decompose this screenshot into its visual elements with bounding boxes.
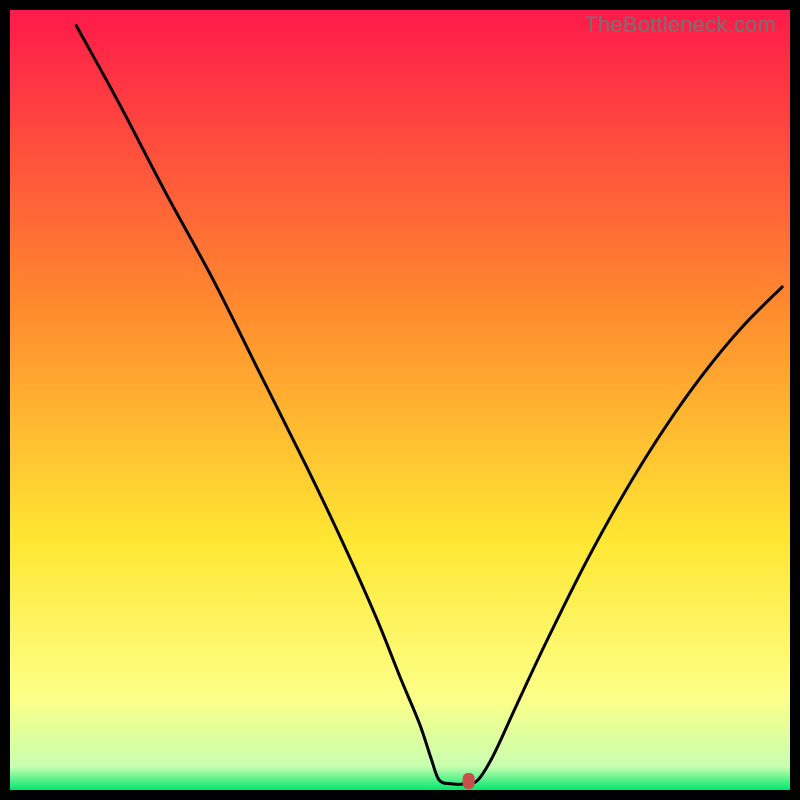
chart-frame: TheBottleneck.com [10, 10, 790, 790]
bottleneck-chart [10, 10, 790, 790]
watermark-text: TheBottleneck.com [584, 12, 776, 38]
optimal-marker [463, 773, 475, 789]
